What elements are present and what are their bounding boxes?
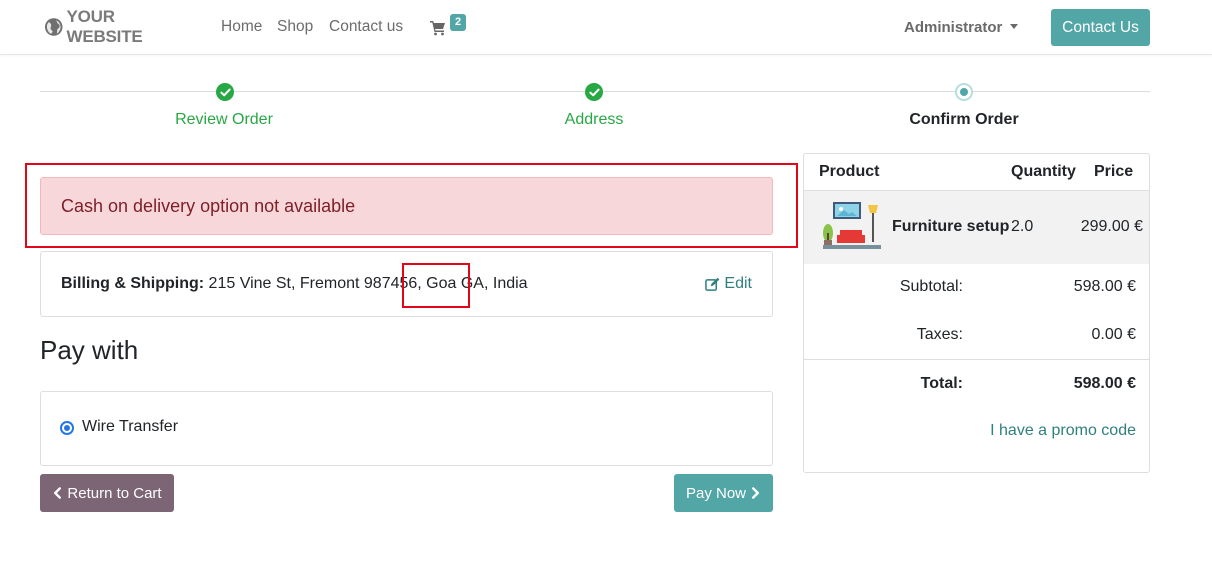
chevron-right-icon — [752, 487, 759, 499]
pay-now-label: Pay Now — [685, 484, 747, 502]
address-country: India — [492, 275, 528, 292]
address-line: Billing & Shipping: 215 Vine St, Fremont… — [61, 275, 528, 292]
product-price: 299.00 € — [1080, 218, 1143, 235]
address-heading: Billing & Shipping: — [61, 275, 205, 292]
user-name: Administrator — [904, 19, 1003, 36]
product-name: Furniture setup — [892, 218, 1010, 235]
summary-divider — [804, 359, 1149, 360]
step-confirm-order: Confirm Order — [909, 111, 1019, 128]
address-card: Billing & Shipping: 215 Vine St, Fremont… — [40, 251, 773, 317]
edit-address-link[interactable]: Edit — [705, 275, 752, 293]
contact-us-button[interactable]: Contact Us — [1051, 9, 1150, 46]
header-price: Price — [1094, 163, 1134, 180]
top-navbar: YOUR WEBSITE Home Shop Contact us 2 Admi… — [0, 0, 1212, 55]
logo-text: YOUR WEBSITE — [66, 7, 143, 46]
nav-link-home[interactable]: Home — [221, 18, 262, 36]
site-logo[interactable]: YOUR WEBSITE — [40, 7, 192, 46]
return-to-cart-label: Return to Cart — [67, 484, 162, 502]
cart-count-badge: 2 — [450, 14, 467, 31]
subtotal-label: Subtotal: — [899, 278, 963, 295]
subtotal-value: 598.00 € — [1073, 278, 1136, 295]
return-to-cart-button[interactable]: Return to Cart — [40, 474, 174, 512]
user-menu-dropdown[interactable]: Administrator — [904, 19, 1019, 36]
header-product: Product — [819, 163, 880, 180]
total-label: Total: — [920, 375, 963, 392]
order-summary-card: Product Quantity Price Furniture setup 2… — [803, 153, 1150, 473]
alert-message: Cash on delivery option not available — [61, 195, 356, 216]
step-review-check-icon — [216, 83, 234, 101]
table-row: Furniture setup 2.0 299.00 € — [804, 190, 1149, 264]
shopping-cart-icon — [430, 21, 445, 36]
header-quantity: Quantity — [1011, 163, 1076, 180]
wire-transfer-label[interactable]: Wire Transfer — [82, 418, 178, 436]
globe-icon — [44, 18, 63, 36]
caret-down-icon — [1010, 23, 1019, 29]
cod-unavailable-alert: Cash on delivery option not available — [40, 177, 773, 235]
wire-transfer-radio[interactable] — [60, 421, 74, 435]
step-address[interactable]: Address — [565, 111, 624, 129]
step-confirm-current-icon — [955, 83, 973, 101]
total-value: 598.00 € — [1073, 375, 1136, 392]
edit-label: Edit — [724, 275, 752, 292]
furniture-product-image — [823, 202, 881, 249]
pay-now-button[interactable]: Pay Now — [674, 474, 773, 512]
taxes-label: Taxes: — [916, 326, 963, 343]
product-quantity: 2.0 — [1011, 218, 1034, 235]
step-address-check-icon — [585, 83, 603, 101]
taxes-value: 0.00 € — [1091, 326, 1136, 343]
edit-icon — [705, 277, 720, 291]
payment-methods-card: Wire Transfer — [40, 391, 773, 466]
promo-code-link[interactable]: I have a promo code — [990, 422, 1136, 440]
nav-link-contact[interactable]: Contact us — [329, 18, 403, 36]
nav-link-shop[interactable]: Shop — [277, 18, 313, 36]
pay-with-heading: Pay with — [40, 335, 139, 365]
chevron-left-icon — [54, 487, 62, 499]
address-state: Goa GA — [426, 275, 484, 292]
step-review-order[interactable]: Review Order — [175, 111, 273, 129]
address-street: 215 Vine St, Fremont 987456 — [208, 275, 418, 292]
